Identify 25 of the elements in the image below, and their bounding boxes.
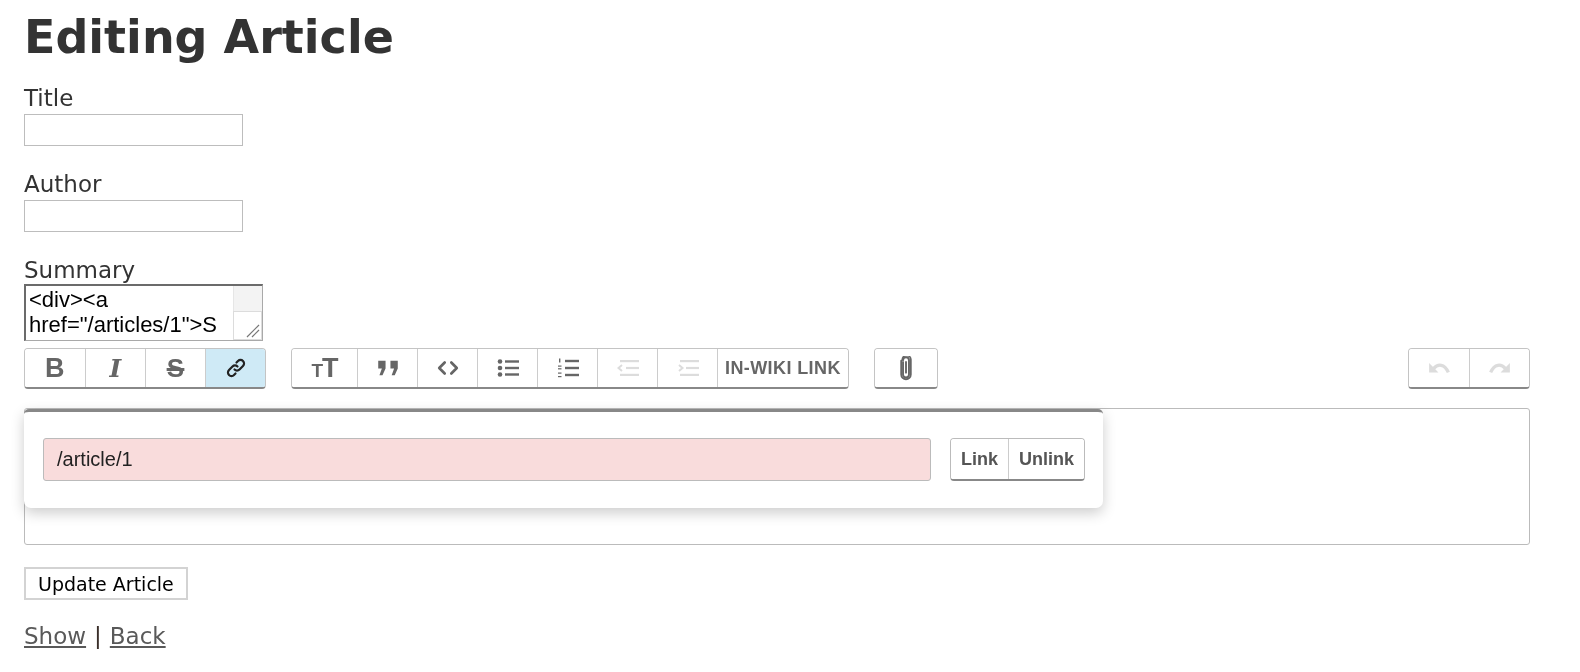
quote-icon <box>376 358 399 378</box>
field-label: Summary <box>24 257 136 284</box>
link-icon <box>224 358 247 378</box>
bullet-list-icon <box>496 358 519 378</box>
resize-grip-icon[interactable] <box>233 311 262 340</box>
update-button[interactable]: Update Article <box>24 567 188 600</box>
url-field[interactable]: /article/1 <box>43 438 931 481</box>
field-label: Title <box>24 85 74 112</box>
nav-link[interactable]: Show <box>24 623 87 650</box>
scrollbar-track <box>233 286 262 311</box>
text-field[interactable] <box>24 200 243 232</box>
numbered-list-icon <box>556 358 579 378</box>
wiki-link-button[interactable]: IN-WIKI LINK <box>717 349 848 387</box>
paperclip-icon <box>899 355 912 381</box>
link-button[interactable] <box>205 349 265 387</box>
outdent-icon <box>616 358 639 378</box>
remove-link-button[interactable]: Unlink <box>1008 439 1084 479</box>
text-area[interactable]: <div><a href="/articles/1">S <box>24 284 263 341</box>
link-separator: | <box>94 623 102 650</box>
text-field[interactable] <box>24 114 243 146</box>
nav-link[interactable]: Back <box>109 623 166 650</box>
code-icon <box>436 358 459 378</box>
page-heading: Editing Article <box>24 10 394 64</box>
field-label: Author <box>24 171 102 198</box>
indent-icon <box>676 358 699 378</box>
